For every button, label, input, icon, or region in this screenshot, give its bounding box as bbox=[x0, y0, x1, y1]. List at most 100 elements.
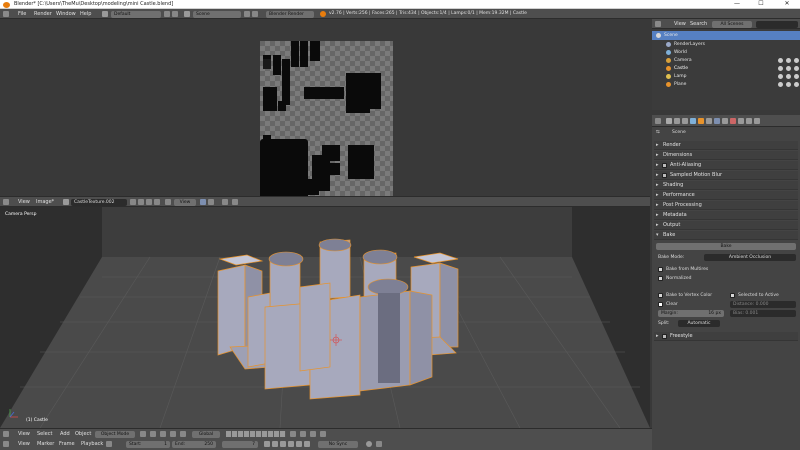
layers-grid[interactable] bbox=[226, 431, 286, 437]
outliner-row-plane[interactable]: Plane bbox=[652, 80, 800, 89]
bias-field[interactable]: Bias: 0.001 bbox=[730, 310, 796, 317]
channels-icon[interactable] bbox=[222, 199, 228, 205]
outliner-search-input[interactable] bbox=[756, 20, 798, 28]
scene-tab-icon[interactable] bbox=[682, 118, 688, 124]
manipulator-icon[interactable] bbox=[160, 431, 166, 437]
image-name-field[interactable]: CastleTexture.002 bbox=[71, 199, 127, 206]
panel-performance[interactable]: ▸ Performance bbox=[654, 191, 798, 200]
new-image-icon[interactable] bbox=[138, 199, 144, 205]
bake-mode-selector[interactable]: Ambient Occlusion bbox=[704, 254, 796, 261]
editor-type-icon[interactable] bbox=[3, 441, 9, 447]
render-camera-icon[interactable] bbox=[794, 58, 799, 63]
visibility-eye-icon[interactable] bbox=[778, 74, 783, 79]
select-arrow-icon[interactable] bbox=[786, 58, 791, 63]
render-tab-icon[interactable] bbox=[666, 118, 672, 124]
render-camera-icon[interactable] bbox=[794, 82, 799, 87]
view-mode-selector[interactable]: View bbox=[174, 199, 196, 206]
keying-set-icon[interactable] bbox=[376, 441, 382, 447]
menu-view[interactable]: View bbox=[18, 431, 30, 437]
object-tab-icon[interactable] bbox=[698, 118, 704, 124]
outliner[interactable]: Scene RenderLayers World Camera Castle L… bbox=[652, 29, 800, 110]
select-arrow-icon[interactable] bbox=[786, 74, 791, 79]
rotate-icon[interactable] bbox=[180, 431, 186, 437]
panel-dimensions[interactable]: ▸ Dimensions bbox=[654, 151, 798, 160]
3d-viewport[interactable]: Camera Persp (1) Castle bbox=[0, 207, 650, 428]
visibility-eye-icon[interactable] bbox=[778, 58, 783, 63]
modifiers-tab-icon[interactable] bbox=[714, 118, 720, 124]
play-reverse-icon[interactable] bbox=[280, 441, 286, 447]
lock-icon[interactable] bbox=[290, 431, 296, 437]
open-image-icon[interactable] bbox=[146, 199, 152, 205]
pivot-icon[interactable] bbox=[200, 199, 206, 205]
menu-playback[interactable]: Playback bbox=[81, 441, 103, 447]
sync-mode-selector[interactable]: No Sync bbox=[318, 440, 358, 448]
menu-select[interactable]: Select bbox=[37, 431, 52, 437]
panel-output[interactable]: ▸ Output bbox=[654, 221, 798, 230]
render-engine-selector[interactable]: Blender Render bbox=[266, 10, 314, 18]
properties-editor[interactable]: ⇆ Scene ▸ Render ▸ Dimensions ▸ Anti-Aliasi… bbox=[652, 127, 800, 450]
bake-button[interactable]: Bake bbox=[656, 243, 796, 250]
image-browse-icon[interactable] bbox=[63, 199, 69, 205]
menu-search[interactable]: Search bbox=[690, 21, 707, 27]
editor-type-icon[interactable] bbox=[3, 11, 9, 17]
texture-tab-icon[interactable] bbox=[738, 118, 744, 124]
panel-bake[interactable]: ▾ Bake bbox=[654, 231, 798, 240]
normalized-checkbox[interactable] bbox=[658, 276, 663, 281]
bake-to-vertex-color-checkbox[interactable] bbox=[658, 293, 663, 298]
proportional-edit-icon[interactable] bbox=[300, 431, 306, 437]
layout-selector[interactable]: Default bbox=[111, 10, 161, 18]
menu-view[interactable]: View bbox=[674, 21, 686, 27]
distance-field[interactable]: Distance: 0.000 bbox=[730, 301, 796, 308]
transform-orientation-selector[interactable]: Global bbox=[192, 430, 220, 438]
translate-icon[interactable] bbox=[170, 431, 176, 437]
menu-file[interactable]: File bbox=[18, 11, 26, 17]
editor-type-icon[interactable] bbox=[655, 21, 661, 27]
display-icon[interactable] bbox=[232, 199, 238, 205]
play-icon[interactable] bbox=[288, 441, 294, 447]
snap-icon[interactable] bbox=[310, 431, 316, 437]
jump-end-icon[interactable] bbox=[304, 441, 310, 447]
prev-keyframe-icon[interactable] bbox=[272, 441, 278, 447]
add-layout-icon[interactable] bbox=[164, 11, 170, 17]
remove-layout-icon[interactable] bbox=[172, 11, 178, 17]
panel-metadata[interactable]: ▸ Metadata bbox=[654, 211, 798, 220]
menu-add[interactable]: Add bbox=[60, 431, 70, 437]
world-tab-icon[interactable] bbox=[690, 118, 696, 124]
select-arrow-icon[interactable] bbox=[786, 82, 791, 87]
next-keyframe-icon[interactable] bbox=[296, 441, 302, 447]
visibility-eye-icon[interactable] bbox=[778, 66, 783, 71]
jump-start-icon[interactable] bbox=[264, 441, 270, 447]
pin-icon[interactable] bbox=[165, 199, 171, 205]
mode-selector[interactable]: Object Mode bbox=[95, 430, 135, 438]
render-camera-icon[interactable] bbox=[794, 66, 799, 71]
constraints-tab-icon[interactable] bbox=[706, 118, 712, 124]
shading-icon[interactable] bbox=[140, 431, 146, 437]
menu-view[interactable]: View bbox=[18, 441, 30, 447]
clear-checkbox[interactable] bbox=[658, 302, 663, 307]
panel-post-processing[interactable]: ▸ Post Processing bbox=[654, 201, 798, 210]
panel-motion-blur[interactable]: ▸ Sampled Motion Blur bbox=[654, 171, 798, 180]
fake-user-icon[interactable] bbox=[130, 199, 136, 205]
maximize-button[interactable]: ☐ bbox=[752, 0, 770, 9]
add-scene-icon[interactable] bbox=[244, 11, 250, 17]
render-slot-icon[interactable] bbox=[208, 199, 214, 205]
menu-frame[interactable]: Frame bbox=[59, 441, 75, 447]
split-selector[interactable]: Automatic bbox=[678, 320, 720, 327]
close-button[interactable]: ✕ bbox=[778, 0, 796, 9]
visibility-eye-icon[interactable] bbox=[778, 82, 783, 87]
end-frame-field[interactable]: End: 250 bbox=[172, 440, 216, 448]
remove-scene-icon[interactable] bbox=[252, 11, 258, 17]
outliner-filter-selector[interactable]: All Scenes bbox=[712, 20, 752, 28]
panel-freestyle[interactable]: ▸ Freestyle bbox=[654, 332, 798, 341]
menu-marker[interactable]: Marker bbox=[37, 441, 54, 447]
record-icon[interactable] bbox=[366, 441, 372, 447]
layers-tab-icon[interactable] bbox=[674, 118, 680, 124]
current-frame-field[interactable]: 7 bbox=[222, 440, 258, 448]
pivot-point-icon[interactable] bbox=[150, 431, 156, 437]
editor-type-icon[interactable] bbox=[655, 118, 661, 124]
editor-type-icon[interactable] bbox=[3, 431, 9, 437]
menu-window[interactable]: Window bbox=[56, 11, 76, 17]
physics-tab-icon[interactable] bbox=[754, 118, 760, 124]
selected-to-active-checkbox[interactable] bbox=[730, 293, 735, 298]
material-tab-icon[interactable] bbox=[730, 118, 736, 124]
